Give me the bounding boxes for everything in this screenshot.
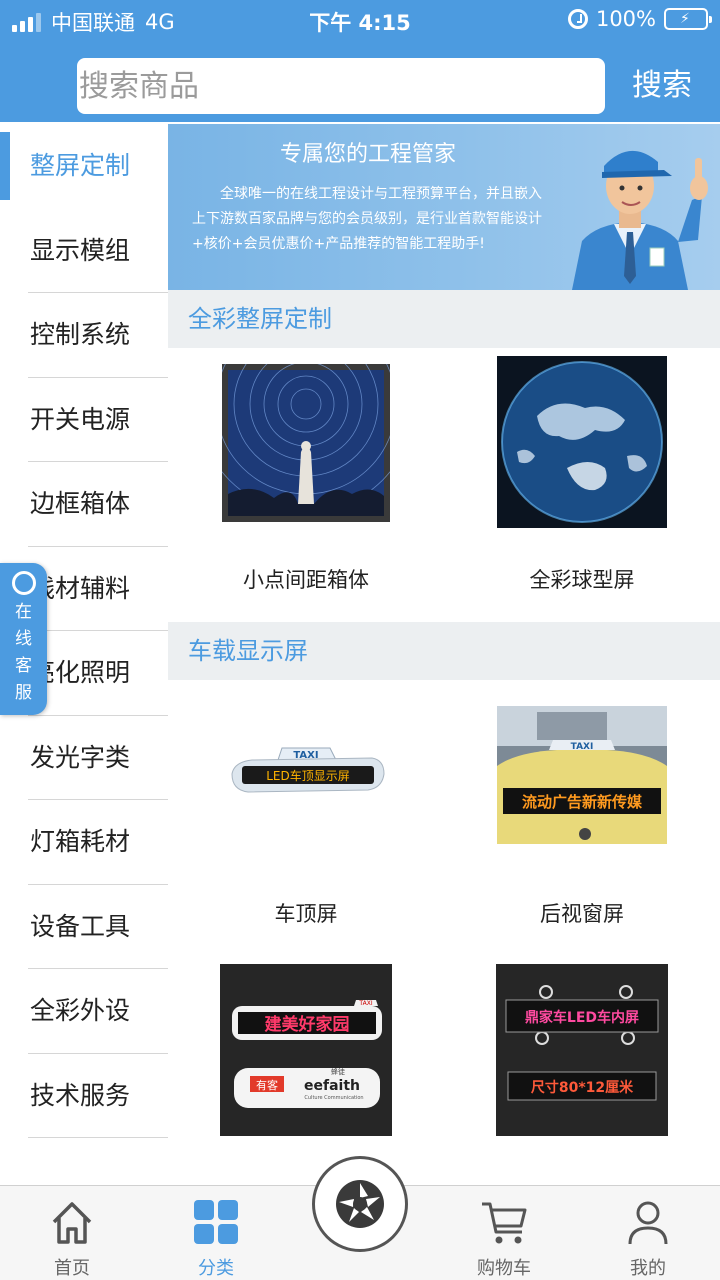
sidebar-item-equipment-tools[interactable]: 设备工具 (0, 885, 168, 970)
in-car-size-text: 尺寸80*12厘米 (531, 1079, 634, 1096)
product-name: 后视窗屏 (540, 902, 624, 926)
brand-small-text: 蜂徒 (331, 1067, 345, 1076)
sidebar-item-display-module[interactable]: 显示模组 (0, 209, 168, 294)
brand-logo-text: eefaith (304, 1078, 360, 1094)
sidebar-item-frame-cabinet[interactable]: 边框箱体 (0, 462, 168, 547)
online-service-button[interactable]: 在 线 客 服 (0, 563, 47, 715)
tab-category[interactable]: 分类 (144, 1186, 288, 1280)
banner-text: 全球唯一的在线工程设计与工程预算平台，并且嵌入上下游数百家品牌与您的会员级别，是… (192, 186, 542, 252)
product-card[interactable]: TAXI 流动广告新新传媒 后视窗屏 (444, 680, 720, 950)
product-card[interactable]: 小点间距箱体 (168, 348, 444, 618)
battery-icon: ⚡ (664, 8, 712, 30)
sidebar-item-tech-service[interactable]: 技术服务 (0, 1054, 168, 1139)
user-icon (628, 1201, 668, 1245)
status-bar: 中国联通 4G 下午 4:15 100% ⚡ (0, 0, 720, 40)
tab-label: 分类 (198, 1258, 234, 1279)
rear-window-screen-thumbnail: TAXI 流动广告新新传媒 (497, 706, 667, 844)
search-button[interactable]: 搜索 (612, 58, 712, 114)
section-title-vehicle-display: 车载显示屏 (168, 622, 720, 680)
tab-label: 首页 (54, 1258, 90, 1279)
engineer-mascot-image (572, 150, 708, 290)
sidebar-item-control-system[interactable]: 控制系统 (0, 293, 168, 378)
roof-sign-text: LED车顶显示屏 (266, 768, 350, 783)
tab-label: 我的 (630, 1258, 666, 1279)
online-service-char: 客 (15, 656, 32, 676)
led-sign-text: 建美好家园 (265, 1014, 350, 1035)
category-content: 专属您的工程管家 全球唯一的在线工程设计与工程预算平台，并且嵌入上下游数百家品牌… (168, 124, 720, 1184)
product-name: 车顶屏 (274, 902, 338, 926)
camera-scan-button[interactable] (312, 1156, 408, 1252)
tab-home[interactable]: 首页 (0, 1186, 144, 1280)
product-card[interactable]: TAXI LED车顶显示屏 车顶屏 (168, 680, 444, 950)
taxi-sign-label: TAXI (571, 742, 594, 752)
led-sign-sub-label: 有客 (256, 1078, 278, 1092)
promo-banner[interactable]: 专属您的工程管家 全球唯一的在线工程设计与工程预算平台，并且嵌入上下游数百家品牌… (168, 124, 720, 290)
product-card[interactable]: TAXI 建美好家园 有客 蜂徒 eefaith Culture Communi… (168, 950, 444, 1184)
product-name: 全彩球型屏 (529, 568, 635, 592)
taxi-roof-screen-thumbnail: TAXI LED车顶显示屏 (222, 694, 390, 830)
online-service-char: 服 (15, 683, 32, 703)
cart-icon (482, 1202, 527, 1244)
product-card[interactable]: 全彩球型屏 (444, 348, 720, 618)
taxi-led-sign-thumbnail: TAXI 建美好家园 有客 蜂徒 eefaith Culture Communi… (220, 964, 392, 1136)
taxi-sign-label: TAXI (358, 1000, 372, 1007)
tab-me[interactable]: 我的 (576, 1186, 720, 1280)
category-grid-icon (194, 1200, 238, 1244)
chat-bubble-icon (11, 571, 36, 595)
led-sphere-thumbnail (497, 356, 667, 528)
tab-cart[interactable]: 购物车 (432, 1186, 576, 1280)
sidebar-item-lightbox-supplies[interactable]: 灯箱耗材 (0, 800, 168, 885)
home-icon (52, 1202, 92, 1244)
brand-tagline: Culture Communication (304, 1095, 363, 1101)
alarm-icon (567, 9, 588, 29)
app-header: 中国联通 4G 下午 4:15 100% ⚡ 搜索 (0, 0, 720, 122)
product-card[interactable]: 鼎家车LED车内屏 尺寸80*12厘米 (444, 950, 720, 1184)
battery-percent: 100% (595, 7, 656, 31)
online-service-char: 线 (15, 629, 32, 649)
tab-label: 购物车 (477, 1258, 531, 1279)
in-car-sign-text: 鼎家车LED车内屏 (525, 1009, 639, 1026)
sidebar-item-full-screen-custom[interactable]: 整屏定制 (0, 124, 168, 209)
sidebar-item-luminous-letters[interactable]: 发光字类 (0, 716, 168, 801)
online-service-char: 在 (15, 602, 32, 622)
camera-aperture-icon (336, 1180, 384, 1228)
banner-title: 专属您的工程管家 (279, 142, 456, 167)
sidebar-item-power-supply[interactable]: 开关电源 (0, 378, 168, 463)
section-title-full-color: 全彩整屏定制 (168, 290, 720, 348)
in-car-led-screen-thumbnail: 鼎家车LED车内屏 尺寸80*12厘米 (496, 964, 668, 1136)
search-input[interactable] (77, 58, 605, 114)
product-name: 小点间距箱体 (243, 568, 369, 592)
led-cabinet-thumbnail (222, 364, 390, 522)
rear-window-sign-text: 流动广告新新传媒 (522, 793, 643, 811)
sidebar-item-full-color-peripherals[interactable]: 全彩外设 (0, 969, 168, 1054)
